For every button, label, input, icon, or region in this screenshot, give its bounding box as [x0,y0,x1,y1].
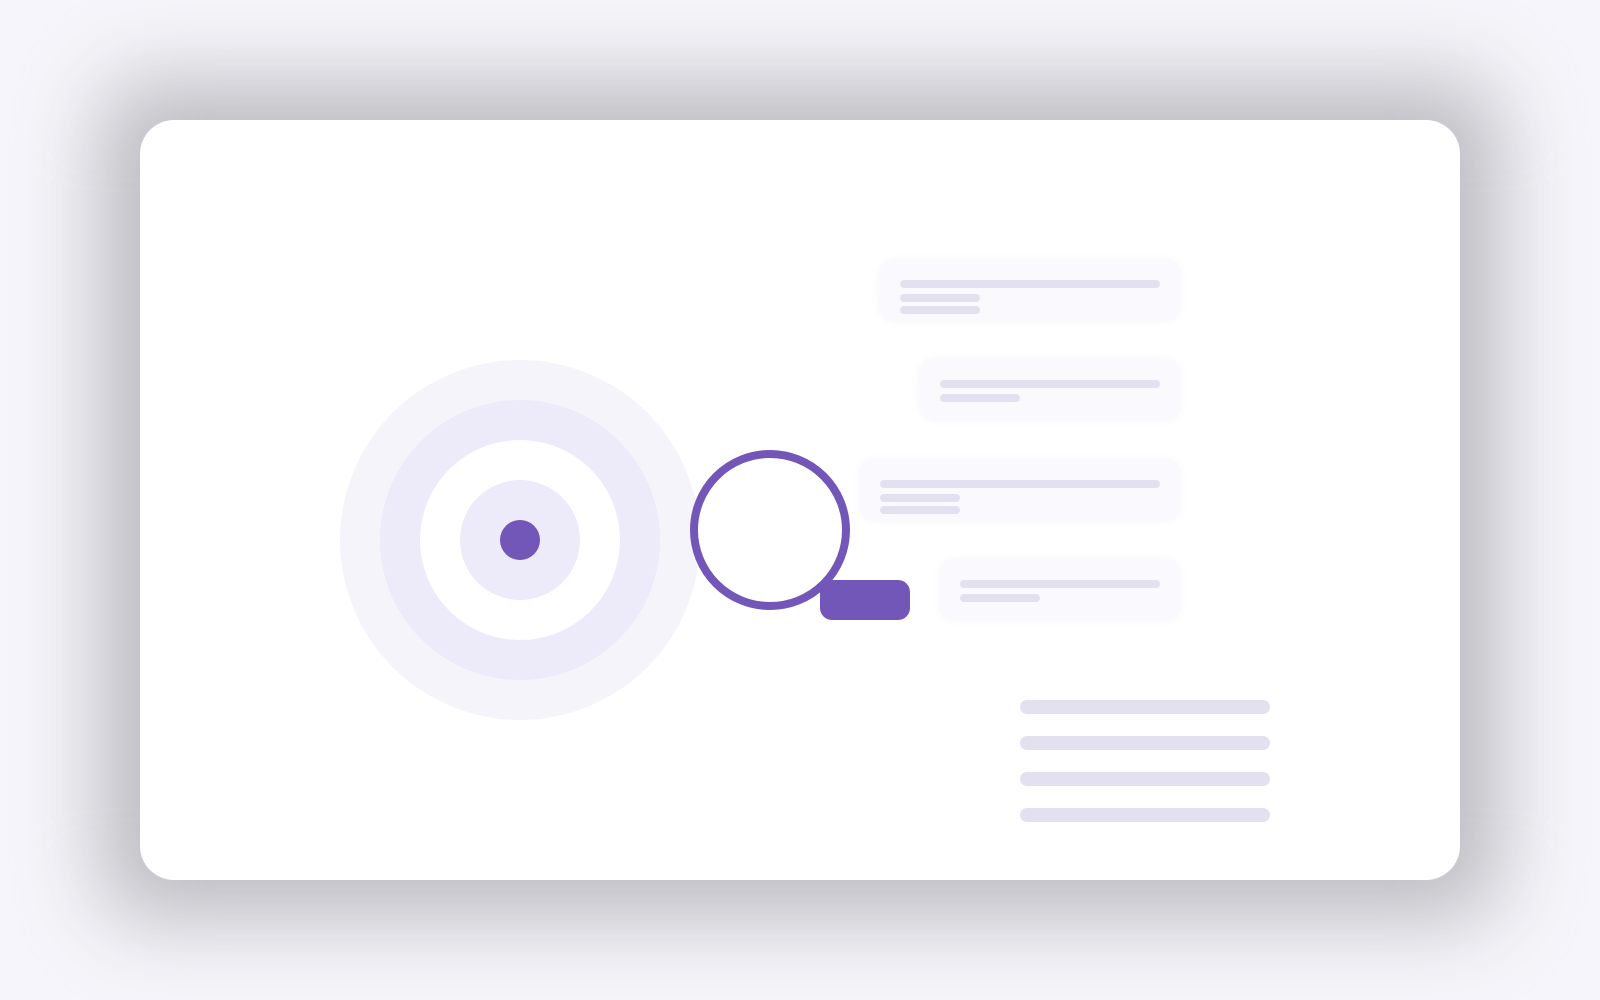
text-line-placeholder [1020,772,1270,786]
result-card-text-placeholder [900,306,980,314]
result-card-title-placeholder [900,280,1160,288]
result-card-title-placeholder [940,380,1160,388]
result-card-title-placeholder [960,580,1160,588]
result-card-1 [880,260,1180,320]
result-card-text-placeholder [880,494,960,502]
result-card-title-placeholder [880,480,1160,488]
page-stage [0,0,1600,1000]
illustration-card [140,120,1460,880]
result-card-2 [920,360,1180,420]
result-card-text-placeholder [960,594,1040,602]
result-card-3 [860,460,1180,520]
result-card-text-placeholder [940,394,1020,402]
target-bullseye [500,520,540,560]
result-card-text-placeholder [880,506,960,514]
text-line-placeholder [1020,736,1270,750]
magnifier-handle [820,580,910,620]
result-card-text-placeholder [900,294,980,302]
magnifier-lens [690,450,850,610]
text-line-placeholder [1020,808,1270,822]
text-line-placeholder [1020,700,1270,714]
result-card-4 [940,560,1180,620]
